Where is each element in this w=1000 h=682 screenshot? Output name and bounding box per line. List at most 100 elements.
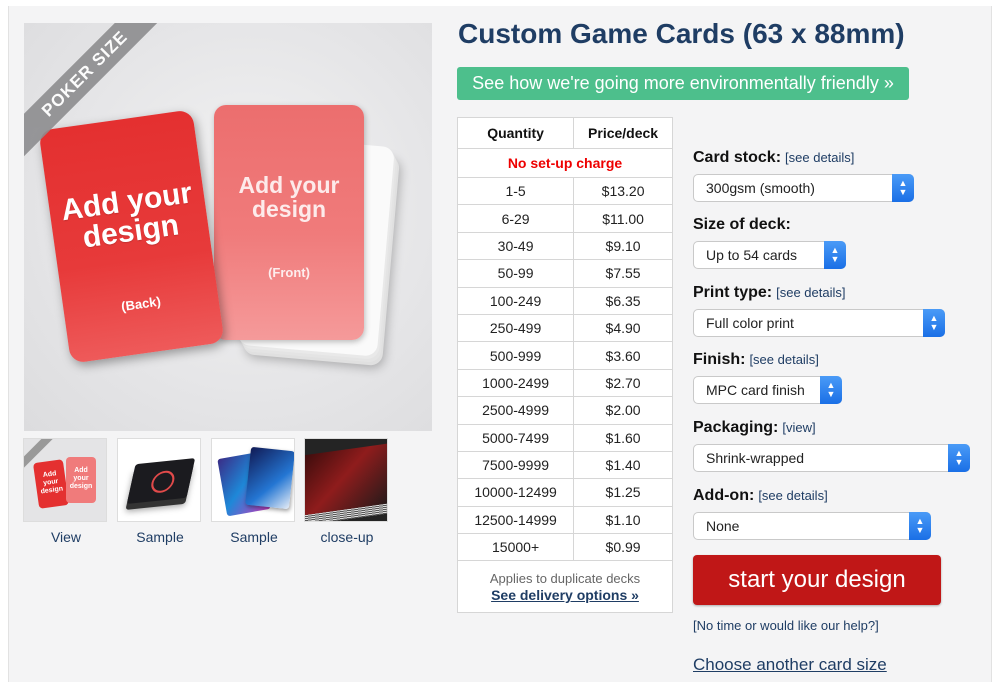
price-cell: $3.60 (573, 341, 673, 370)
price-row: 15000+ $0.99 (456, 533, 673, 562)
print-type-select[interactable]: Full color print ▲ ▼ (693, 309, 945, 337)
addon-label: Add-on: [see details] (693, 487, 828, 505)
delivery-options-link[interactable]: See delivery options » (458, 587, 672, 604)
card-front-text: Add your design (238, 172, 340, 222)
sample-card-graphic (245, 446, 294, 510)
addon-details-link[interactable]: [see details] (758, 488, 827, 503)
card-stock-value: 300gsm (smooth) (706, 180, 815, 196)
finish-value: MPC card finish (706, 382, 805, 398)
finish-label-text: Finish: (693, 351, 746, 368)
quantity-header: Quantity (456, 117, 575, 149)
price-row: 30-49 $9.10 (456, 231, 673, 261)
print-type-value: Full color print (706, 315, 794, 331)
quantity-cell: 7500-9999 (456, 450, 575, 480)
quantity-cell: 100-249 (456, 286, 575, 315)
product-main-image: Add your design (Front) Add your design … (24, 23, 432, 431)
price-cell: $2.00 (573, 396, 673, 425)
price-cell: $13.20 (573, 176, 673, 206)
price-row: 500-999 $3.60 (456, 341, 673, 370)
thumbnail-sample-2[interactable]: Sample (211, 438, 297, 545)
card-stock-details-link[interactable]: [see details] (785, 150, 854, 165)
price-row: 5000-7499 $1.60 (456, 423, 673, 452)
price-header: Price/deck (573, 117, 673, 149)
price-row: 1-5 $13.20 (456, 176, 673, 206)
price-cell: $1.60 (573, 423, 673, 452)
price-cell: $2.70 (573, 368, 673, 398)
packaging-select[interactable]: Shrink-wrapped ▲ ▼ (693, 444, 970, 472)
thumbnail-close-up[interactable]: close-up (304, 438, 390, 545)
card-back-text: Add your design (59, 176, 195, 255)
quantity-cell: 10000-12499 (456, 478, 575, 507)
setup-note: No set-up charge (457, 148, 673, 178)
start-design-button[interactable]: start your design (693, 555, 941, 605)
card-back-label: (Back) (120, 293, 162, 315)
card-stock-select[interactable]: 300gsm (smooth) ▲ ▼ (693, 174, 914, 202)
mini-card-back: Add your design (32, 459, 70, 509)
packaging-label-text: Packaging: (693, 419, 779, 436)
price-cell: $7.55 (573, 259, 673, 288)
price-row: 7500-9999 $1.40 (456, 450, 673, 480)
deck-size-label-text: Size of deck: (693, 216, 791, 233)
finish-select[interactable]: MPC card finish ▲ ▼ (693, 376, 842, 404)
card-stock-label-text: Card stock: (693, 149, 782, 166)
price-cell: $6.35 (573, 286, 673, 315)
price-row: 50-99 $7.55 (456, 259, 673, 288)
setup-note-row: No set-up charge (457, 148, 673, 178)
price-row: 100-249 $6.35 (456, 286, 673, 315)
finish-details-link[interactable]: [see details] (749, 352, 818, 367)
print-type-label-text: Print type: (693, 284, 773, 301)
price-cell: $4.90 (573, 313, 673, 343)
price-cell: $11.00 (573, 204, 673, 233)
price-row: 1000-2499 $2.70 (456, 368, 673, 398)
select-arrows-icon: ▲ ▼ (948, 444, 970, 472)
card-back-mockup: Add your design (Back) (38, 109, 225, 364)
price-cell: $1.40 (573, 450, 673, 480)
addon-select[interactable]: None ▲ ▼ (693, 512, 931, 540)
select-arrows-icon: ▲ ▼ (824, 241, 846, 269)
packaging-value: Shrink-wrapped (706, 450, 805, 466)
quantity-cell: 15000+ (456, 533, 575, 562)
quantity-cell: 30-49 (456, 231, 575, 261)
select-arrows-icon: ▲ ▼ (909, 512, 931, 540)
addon-value: None (706, 518, 740, 534)
select-arrows-icon: ▲ ▼ (820, 376, 842, 404)
packaging-label: Packaging: [view] (693, 419, 816, 437)
price-table-header: Quantity Price/deck (456, 117, 673, 149)
design-help-link[interactable]: [No time or would like our help?] (693, 618, 879, 633)
price-row: 2500-4999 $2.00 (456, 396, 673, 425)
print-type-details-link[interactable]: [see details] (776, 285, 845, 300)
thumbnail-image[interactable] (304, 438, 388, 522)
price-row: 10000-12499 $1.25 (456, 478, 673, 507)
quantity-cell: 500-999 (456, 341, 575, 370)
price-cell: $1.10 (573, 505, 673, 535)
product-title: Custom Game Cards (63 x 88mm) (458, 18, 905, 49)
sample-deck-graphic (126, 458, 196, 504)
quantity-cell: 1-5 (456, 176, 575, 206)
card-front-mockup: Add your design (Front) (214, 105, 364, 340)
thumbnail-image[interactable]: Add your design Add your design (23, 438, 107, 522)
quantity-cell: 250-499 (456, 313, 575, 343)
thumbnail-image[interactable] (117, 438, 201, 522)
card-stock-label: Card stock: [see details] (693, 149, 854, 167)
thumbnail-label[interactable]: Sample (117, 529, 203, 545)
packaging-view-link[interactable]: [view] (782, 420, 815, 435)
deck-size-select[interactable]: Up to 54 cards ▲ ▼ (693, 241, 846, 269)
price-footnote-cell: Applies to duplicate decks See delivery … (457, 560, 673, 614)
deck-size-label: Size of deck: (693, 216, 791, 234)
thumbnail-image[interactable] (211, 438, 295, 522)
quantity-cell: 50-99 (456, 259, 575, 288)
finish-label: Finish: [see details] (693, 351, 819, 369)
thumbnail-label[interactable]: Sample (211, 529, 297, 545)
eco-friendly-banner-link[interactable]: See how we're going more environmentally… (457, 67, 909, 100)
card-front-label: (Front) (268, 265, 310, 280)
thumbnail-sample-1[interactable]: Sample (117, 438, 203, 545)
print-type-label: Print type: [see details] (693, 284, 846, 302)
quantity-cell: 5000-7499 (456, 423, 575, 452)
thumbnail-label[interactable]: close-up (304, 529, 390, 545)
choose-another-size-link[interactable]: Choose another card size (693, 655, 887, 675)
closeup-deck-graphic (305, 442, 387, 516)
thumbnail-label[interactable]: View (23, 529, 109, 545)
select-arrows-icon: ▲ ▼ (892, 174, 914, 202)
mini-card-front: Add your design (66, 457, 96, 503)
thumbnail-view[interactable]: Add your design Add your design View (23, 438, 109, 545)
